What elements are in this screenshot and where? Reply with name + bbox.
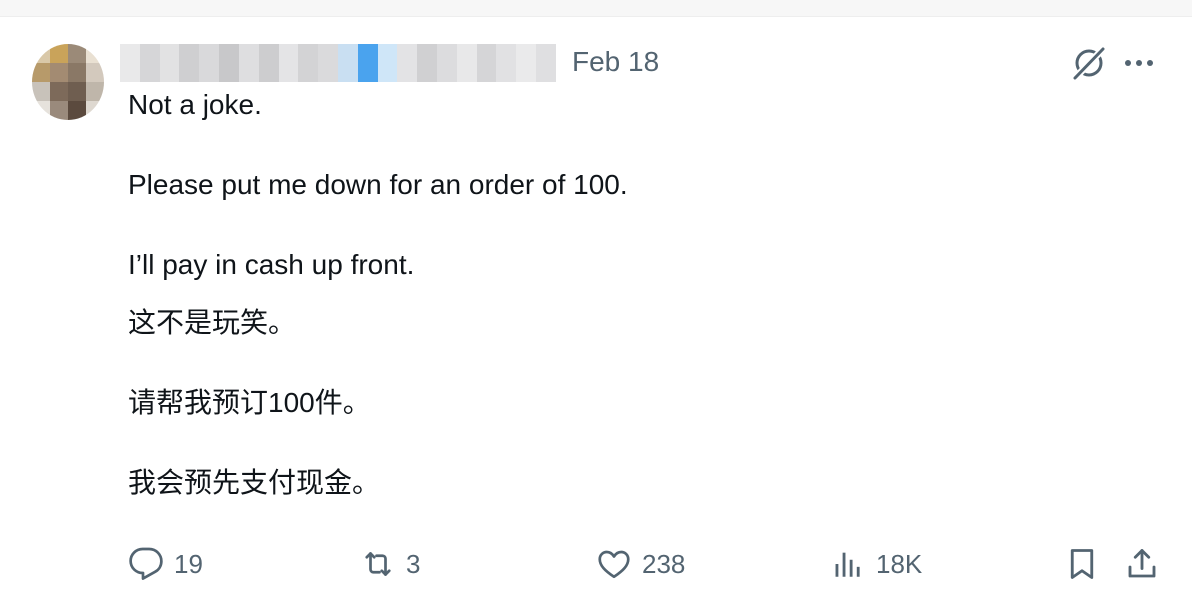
reply-button[interactable]: 19 [128,540,203,588]
share-icon [1124,546,1160,582]
bookmark-icon [1064,546,1100,582]
heart-icon [596,546,632,582]
tweet-line: I’ll pay in cash up front. [128,249,415,280]
views-count: 18K [876,548,923,579]
top-divider [0,0,1192,17]
views-button[interactable]: 18K [832,540,922,588]
author-name-redacted[interactable] [120,44,556,82]
like-button[interactable]: 238 [596,540,685,588]
tweet-actions: 19 3 238 18K [0,540,1192,588]
views-icon [832,546,866,582]
tweet-line: Not a joke. [128,89,262,120]
tweet-date[interactable]: Feb 18 [572,45,659,79]
reply-count: 19 [174,548,203,579]
tweet-line: 我会预先支付现金。 [128,467,381,498]
avatar[interactable] [32,44,104,120]
tweet-line: 这不是玩笑。 [128,307,297,338]
reply-icon [128,546,164,582]
retweet-count: 3 [406,548,421,579]
share-button[interactable] [1124,540,1160,588]
more-icon[interactable] [1118,42,1160,84]
retweet-button[interactable]: 3 [360,540,420,588]
bookmark-button[interactable] [1064,540,1100,588]
retweet-icon [360,546,396,582]
grok-icon[interactable] [1068,42,1110,84]
tweet-line: 请帮我预订100件。 [128,387,371,418]
like-count: 238 [642,548,686,579]
tweet-line: Please put me down for an order of 100. [128,169,628,200]
